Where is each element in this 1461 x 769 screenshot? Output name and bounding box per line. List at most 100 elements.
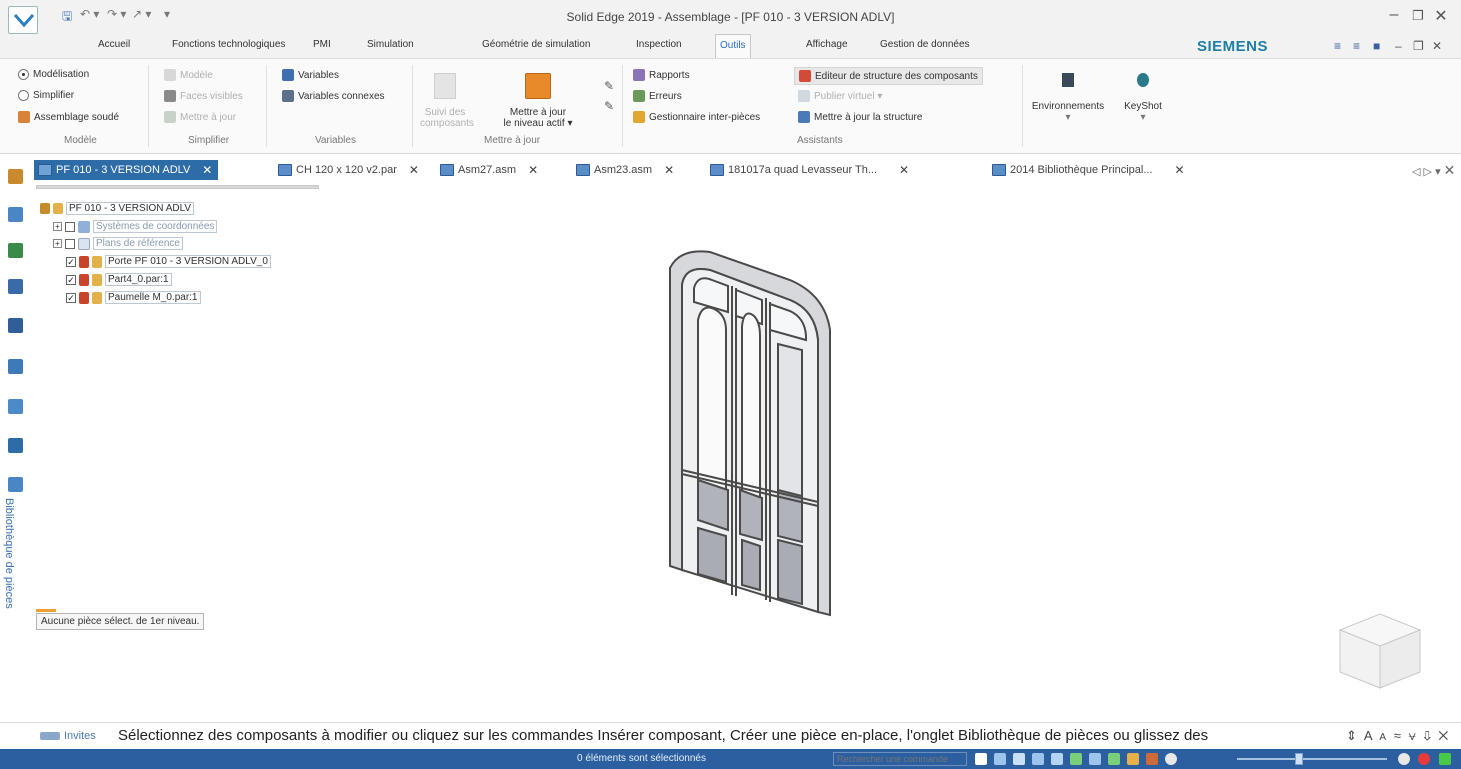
tab-simulation[interactable]: Simulation	[363, 39, 418, 50]
scroll-right-icon[interactable]: ▷	[1424, 166, 1432, 178]
tab-gestion-donnees[interactable]: Gestion de données	[876, 39, 974, 50]
redo-icon[interactable]: ↷ ▾	[107, 7, 126, 21]
assemblage-soude-button[interactable]: Assemblage soudé	[18, 111, 119, 123]
zoom-area-icon[interactable]	[1013, 753, 1025, 765]
mettre-a-jour-niveau-actif-button[interactable]: Mettre à jour le niveau actif ▾	[482, 73, 594, 129]
close-tab-icon[interactable]: ✕	[528, 163, 538, 177]
tab-fonctions-technologiques[interactable]: Fonctions technologiques	[168, 39, 289, 50]
font-larger-icon[interactable]: A	[1364, 728, 1374, 743]
family-of-assemblies-icon[interactable]	[8, 359, 23, 374]
font-smaller-icon[interactable]: A	[1379, 732, 1388, 743]
tree-item-plans[interactable]: + Plans de référence	[53, 236, 183, 251]
pan-icon[interactable]	[1051, 753, 1063, 765]
undo-icon[interactable]: ↶ ▾	[80, 7, 99, 21]
tab-affichage[interactable]: Affichage	[802, 39, 852, 50]
simplifier-modele-button[interactable]: Modèle	[164, 69, 213, 81]
mettre-a-jour-structure-button[interactable]: Mettre à jour la structure	[798, 111, 922, 123]
tab-inspection[interactable]: Inspection	[632, 39, 686, 50]
simplifier-radio[interactable]: Simplifier	[18, 90, 74, 101]
close-all-icon[interactable]: ✕	[1444, 162, 1456, 178]
checkbox[interactable]: ✓	[66, 292, 76, 303]
checkbox[interactable]	[65, 221, 75, 232]
dropdown-icon[interactable]: ⩝	[1408, 728, 1417, 743]
positioning-icon[interactable]	[8, 438, 23, 453]
ribbon-layout-2-icon[interactable]: ≡	[1353, 39, 1360, 53]
arrow-icon[interactable]	[975, 753, 987, 765]
zoom-out-icon[interactable]	[1165, 753, 1177, 765]
close-tab-icon[interactable]: ✕	[409, 163, 419, 177]
assembly-3d-view[interactable]	[640, 240, 860, 620]
pathfinder-icon[interactable]	[8, 169, 23, 184]
minimize-icon[interactable]: –	[1384, 6, 1404, 24]
doc-tab-2014-bibliotheque[interactable]: 2014 Bibliothèque Principal... ✕	[992, 160, 1185, 180]
environnements-button[interactable]: Environnements ▾	[1026, 73, 1110, 123]
help-icon[interactable]: ■	[1373, 39, 1380, 53]
pencil-icon[interactable]: ✎	[604, 79, 614, 93]
parts-library-tab[interactable]: Bibliothèque de pièces	[3, 498, 15, 609]
scroll-left-icon[interactable]: ◁	[1412, 166, 1420, 178]
doc-minimize-icon[interactable]: –	[1395, 39, 1402, 53]
publier-virtuel-button[interactable]: Publier virtuel ▾	[798, 90, 882, 102]
view-orient-icon[interactable]	[1108, 753, 1120, 765]
gestionnaire-inter-pieces-button[interactable]: Gestionnaire inter-pièces	[633, 111, 760, 123]
spin-about-icon[interactable]	[1089, 753, 1101, 765]
select-tools-icon[interactable]	[8, 243, 23, 258]
doc-close-icon[interactable]: ✕	[1432, 39, 1442, 53]
checkbox[interactable]: ✓	[66, 256, 76, 267]
tree-root[interactable]: PF 010 - 3 VERSION ADLV	[40, 201, 195, 216]
tab-outils[interactable]: Outils	[715, 34, 751, 58]
pin-icon[interactable]: ⇩	[1423, 728, 1432, 743]
close-tab-icon[interactable]: ✕	[1174, 163, 1184, 177]
close-window-icon[interactable]: ✕	[1431, 6, 1451, 26]
checkbox[interactable]: ✓	[66, 274, 76, 285]
editeur-structure-button[interactable]: Editeur de structure des composants	[794, 67, 983, 85]
modelisation-radio[interactable]: Modélisation	[18, 69, 89, 80]
tree-scrollbar[interactable]	[36, 185, 319, 189]
zoom-icon[interactable]	[1032, 753, 1044, 765]
zoom-slider-thumb[interactable]	[1295, 753, 1303, 765]
close-prompt-icon[interactable]: ✕	[1438, 728, 1450, 743]
link-icon[interactable]: ↗ ▾	[132, 7, 151, 21]
tree-item-part4[interactable]: ✓ Part4_0.par:1	[66, 272, 172, 287]
tab-accueil[interactable]: Accueil	[94, 39, 134, 50]
tree-item-porte[interactable]: ✓ Porte PF 010 - 3 VERSION ADLV_0	[66, 254, 271, 269]
zoom-in-icon[interactable]	[1398, 753, 1410, 765]
keyshot-button[interactable]: KeyShot ▾	[1114, 73, 1172, 123]
doc-tab-asm27[interactable]: Asm27.asm ✕	[440, 160, 538, 180]
quick-access-menu-icon[interactable]: ▾	[164, 7, 170, 21]
view-cube[interactable]	[1330, 600, 1430, 690]
simplifier-mettre-a-jour-button[interactable]: Mettre à jour	[164, 111, 236, 123]
variables-button[interactable]: Variables	[282, 69, 339, 81]
expand-icon[interactable]: +	[53, 222, 62, 231]
close-tab-icon[interactable]: ✕	[899, 163, 909, 177]
sketch-view-icon[interactable]	[1146, 753, 1158, 765]
feature-library-icon[interactable]	[8, 279, 23, 294]
pencil-2-icon[interactable]: ✎	[604, 99, 614, 113]
status-indicator-icon[interactable]	[1439, 753, 1451, 765]
expand-icon[interactable]: +	[53, 239, 62, 248]
command-search-input[interactable]	[833, 752, 967, 766]
fit-icon[interactable]	[994, 753, 1006, 765]
rotate-icon[interactable]	[1070, 753, 1082, 765]
record-icon[interactable]	[1418, 753, 1430, 765]
prompt-toggle[interactable]: Invites	[40, 730, 96, 742]
close-tab-icon[interactable]: ✕	[664, 163, 674, 177]
layers-icon[interactable]	[8, 207, 23, 222]
alternate-assemblies-icon[interactable]	[8, 399, 23, 414]
tab-list-icon[interactable]: ▾	[1435, 166, 1441, 178]
tab-geometrie-simulation[interactable]: Géométrie de simulation	[478, 39, 594, 50]
scroll-updown-icon[interactable]: ⇕	[1346, 728, 1359, 743]
doc-tab-asm23[interactable]: Asm23.asm ✕	[576, 160, 674, 180]
tree-item-paumelle[interactable]: ✓ Paumelle M_0.par:1	[66, 290, 201, 305]
faces-visibles-button[interactable]: Faces visibles	[164, 90, 243, 102]
parts-library-icon[interactable]	[8, 477, 23, 492]
expand-icon[interactable]: ≈	[1394, 728, 1403, 743]
variables-connexes-button[interactable]: Variables connexes	[282, 90, 385, 102]
zoom-slider-track[interactable]	[1237, 758, 1387, 760]
sensors-icon[interactable]	[8, 318, 23, 333]
suivi-composants-button[interactable]: Suivi des composants	[420, 73, 474, 129]
doc-tab-pf010[interactable]: PF 010 - 3 VERSION ADLV ✕	[34, 160, 219, 180]
erreurs-button[interactable]: Erreurs	[633, 90, 682, 102]
app-menu-button[interactable]	[8, 6, 38, 34]
ribbon-layout-icon[interactable]: ≡	[1334, 39, 1341, 53]
